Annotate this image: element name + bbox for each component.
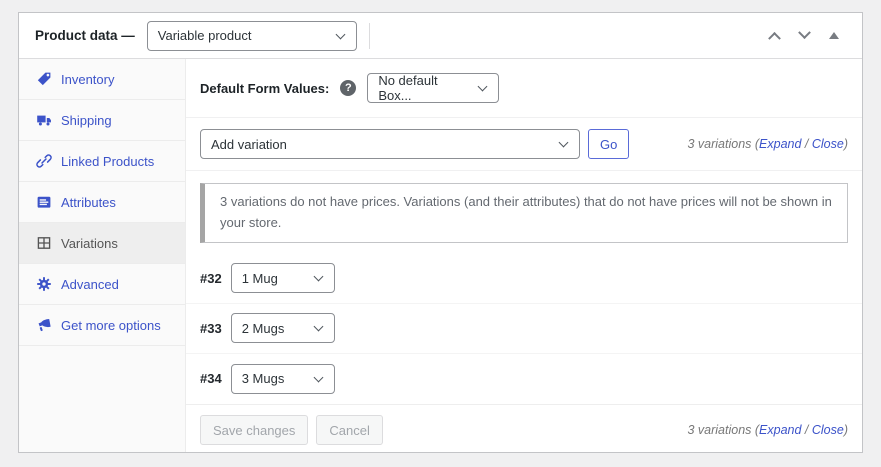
tab-get-more-options[interactable]: Get more options [19, 305, 185, 346]
variation-id: #34 [200, 371, 222, 386]
product-data-tabs: Inventory Shipping [19, 59, 186, 452]
tab-advanced[interactable]: Advanced [19, 264, 185, 305]
summary-separator: / [801, 423, 811, 437]
variations-toolbar: Add variation Go 3 variations (Expand / … [186, 118, 862, 171]
tab-shipping[interactable]: Shipping [19, 100, 185, 141]
close-link[interactable]: Close [812, 137, 844, 151]
wp-admin-page: Product data — Variable product Inve [0, 0, 881, 467]
toggle-panel-button[interactable] [826, 28, 842, 44]
chevron-down-icon [559, 138, 569, 148]
link-icon [36, 153, 52, 169]
chevron-down-icon [313, 272, 323, 282]
chevron-down-icon [478, 82, 488, 92]
product-data-panel: Product data — Variable product Inve [18, 12, 863, 453]
summary-count: 3 variations ( [687, 137, 759, 151]
variation-row: #34 3 Mugs [186, 354, 862, 404]
default-form-values-label: Default Form Values: [200, 81, 329, 96]
truck-icon [36, 112, 52, 128]
variation-attribute-select[interactable]: 2 Mugs [231, 313, 335, 343]
summary-suffix: ) [844, 137, 848, 151]
save-changes-button[interactable]: Save changes [200, 415, 308, 445]
variations-summary-top: 3 variations (Expand / Close) [687, 137, 848, 151]
variation-row: #32 1 Mug [186, 254, 862, 304]
add-variation-select[interactable]: Add variation [200, 129, 580, 159]
header-divider [369, 23, 370, 49]
megaphone-icon [36, 317, 52, 333]
variation-id: #32 [200, 271, 222, 286]
panel-title: Product data — [35, 28, 135, 43]
product-data-header: Product data — Variable product [19, 13, 862, 59]
chevron-down-icon [313, 372, 323, 382]
go-button[interactable]: Go [588, 129, 629, 159]
chevron-down-icon [313, 322, 323, 332]
question-mark-icon[interactable]: ? [340, 80, 356, 96]
tag-icon [36, 71, 52, 87]
product-type-select-value: Variable product [158, 28, 252, 43]
summary-separator: / [801, 137, 811, 151]
variations-panel: Default Form Values: ? No default Box...… [186, 59, 862, 452]
default-form-values-select-value: No default Box... [378, 73, 469, 103]
product-type-select[interactable]: Variable product [147, 21, 357, 51]
gear-icon [36, 276, 52, 292]
tab-label: Advanced [61, 277, 119, 292]
product-data-body: Inventory Shipping [19, 59, 862, 452]
grid-icon [36, 235, 52, 251]
variation-attribute-select[interactable]: 1 Mug [231, 263, 335, 293]
tab-variations[interactable]: Variations [19, 223, 185, 264]
add-variation-select-value: Add variation [211, 137, 287, 152]
no-prices-notice: 3 variations do not have prices. Variati… [200, 183, 848, 243]
close-link[interactable]: Close [812, 423, 844, 437]
variations-summary-bottom: 3 variations (Expand / Close) [687, 423, 848, 437]
tab-label: Shipping [61, 113, 112, 128]
tab-linked-products[interactable]: Linked Products [19, 141, 185, 182]
variation-attribute-value: 1 Mug [242, 271, 278, 286]
triangle-up-icon [829, 32, 839, 39]
tab-label: Attributes [61, 195, 116, 210]
chevron-down-icon [798, 26, 811, 39]
default-form-values-select[interactable]: No default Box... [367, 73, 499, 103]
tab-label: Variations [61, 236, 118, 251]
header-controls [766, 28, 846, 44]
variation-attribute-value: 3 Mugs [242, 371, 285, 386]
tab-label: Inventory [61, 72, 114, 87]
default-form-values-row: Default Form Values: ? No default Box... [186, 59, 862, 118]
variations-footer-toolbar: Save changes Cancel 3 variations (Expand… [186, 404, 862, 456]
summary-count: 3 variations ( [687, 423, 759, 437]
expand-link[interactable]: Expand [759, 137, 801, 151]
variation-row: #33 2 Mugs [186, 304, 862, 354]
tab-inventory[interactable]: Inventory [19, 59, 185, 100]
tab-label: Get more options [61, 318, 161, 333]
chevron-down-icon [335, 29, 345, 39]
variation-attribute-value: 2 Mugs [242, 321, 285, 336]
move-down-button[interactable] [796, 28, 812, 44]
notice-wrapper: 3 variations do not have prices. Variati… [186, 171, 862, 254]
tab-attributes[interactable]: Attributes [19, 182, 185, 223]
summary-suffix: ) [844, 423, 848, 437]
variation-id: #33 [200, 321, 222, 336]
move-up-button[interactable] [766, 28, 782, 44]
expand-link[interactable]: Expand [759, 423, 801, 437]
chevron-up-icon [768, 32, 781, 45]
list-icon [36, 194, 52, 210]
variation-attribute-select[interactable]: 3 Mugs [231, 364, 335, 394]
tab-label: Linked Products [61, 154, 154, 169]
cancel-button[interactable]: Cancel [316, 415, 382, 445]
